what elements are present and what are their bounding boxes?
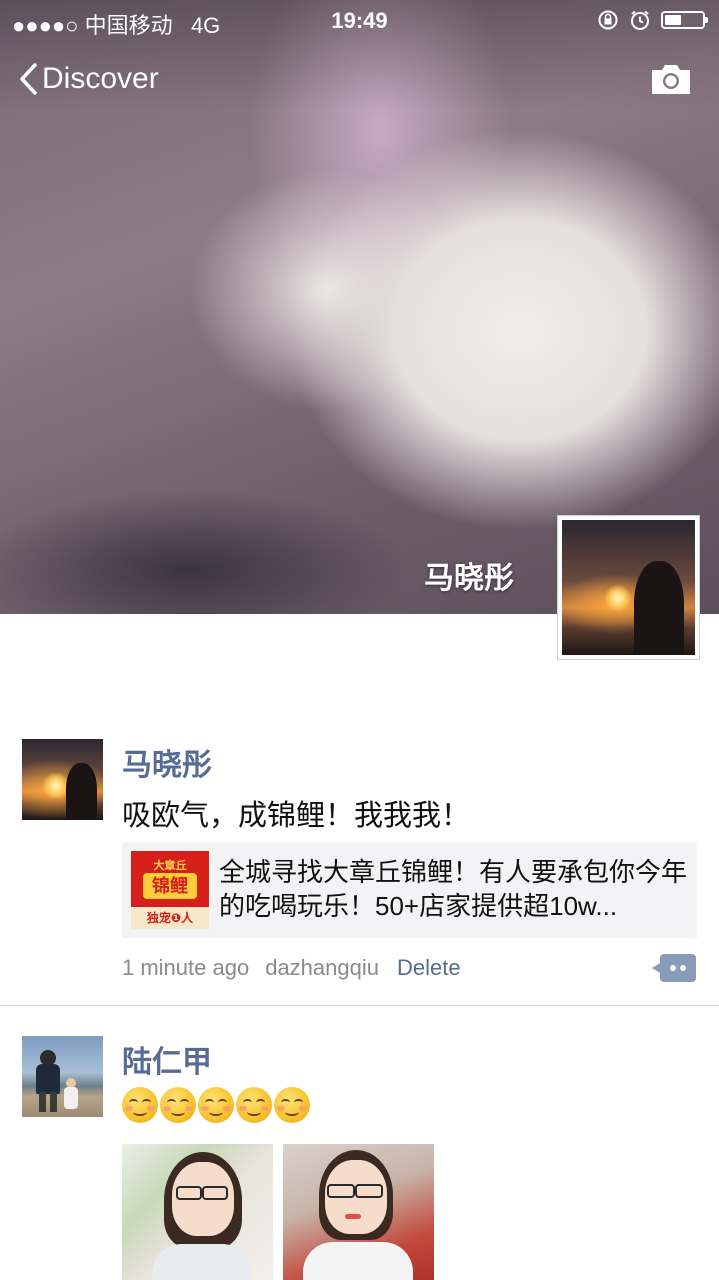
dot [680,965,686,971]
emoji-row [122,1087,310,1123]
post-meta: 1 minute ago dazhangqiu Delete [122,955,461,981]
post-photo[interactable] [283,1144,434,1280]
alarm-icon [631,10,649,30]
delete-button[interactable]: Delete [397,955,461,981]
smile-emoji-icon [122,1087,158,1123]
author-avatar[interactable] [22,739,103,820]
smile-emoji-icon [160,1087,196,1123]
author-avatar[interactable] [22,1036,103,1117]
back-label: Discover [42,62,159,95]
post-text: 吸欧气，成锦鲤！我我我！ [122,800,471,832]
post-divider [0,1005,719,1006]
back-button[interactable]: Discover [18,62,159,96]
thumb-title: 锦鲤 [143,873,197,899]
post-source[interactable]: dazhangqiu [265,955,379,981]
smile-emoji-icon [236,1087,272,1123]
post-photo[interactable] [122,1144,273,1280]
rotation-lock-icon [598,10,618,30]
link-title: 全城寻找大章丘锦鲤！有人要承包你今年的吃喝玩乐！50+店家提供超10w... [219,857,687,921]
camera-button[interactable] [649,62,693,101]
smile-emoji-icon [274,1087,310,1123]
smile-emoji-icon [198,1087,234,1123]
status-icons [597,9,708,31]
profile-avatar[interactable] [557,515,700,660]
camera-icon [652,65,690,94]
avatar-image [22,739,103,820]
author-name[interactable]: 陆仁甲 [122,1037,212,1081]
dot [670,965,676,971]
thumb-caption: 独宠❶人 [131,907,209,929]
cover-owner-name: 马晓彤 [424,562,514,595]
comment-menu-button[interactable] [652,954,696,982]
post-time: 1 minute ago [122,955,250,980]
author-name[interactable]: 马晓彤 [122,740,212,784]
link-thumbnail: 大章丘 锦鲤 独宠❶人 [131,851,209,929]
avatar-image [562,520,695,655]
chevron-left-icon [20,63,37,95]
status-bar: ●●●●○ 中国移动 4G 19:49 [0,0,719,40]
shared-link-card[interactable]: 大章丘 锦鲤 独宠❶人 全城寻找大章丘锦鲤！有人要承包你今年的吃喝玩乐！50+店… [122,842,697,938]
battery-icon [661,11,708,29]
thumb-brand: 大章丘 [153,860,187,872]
